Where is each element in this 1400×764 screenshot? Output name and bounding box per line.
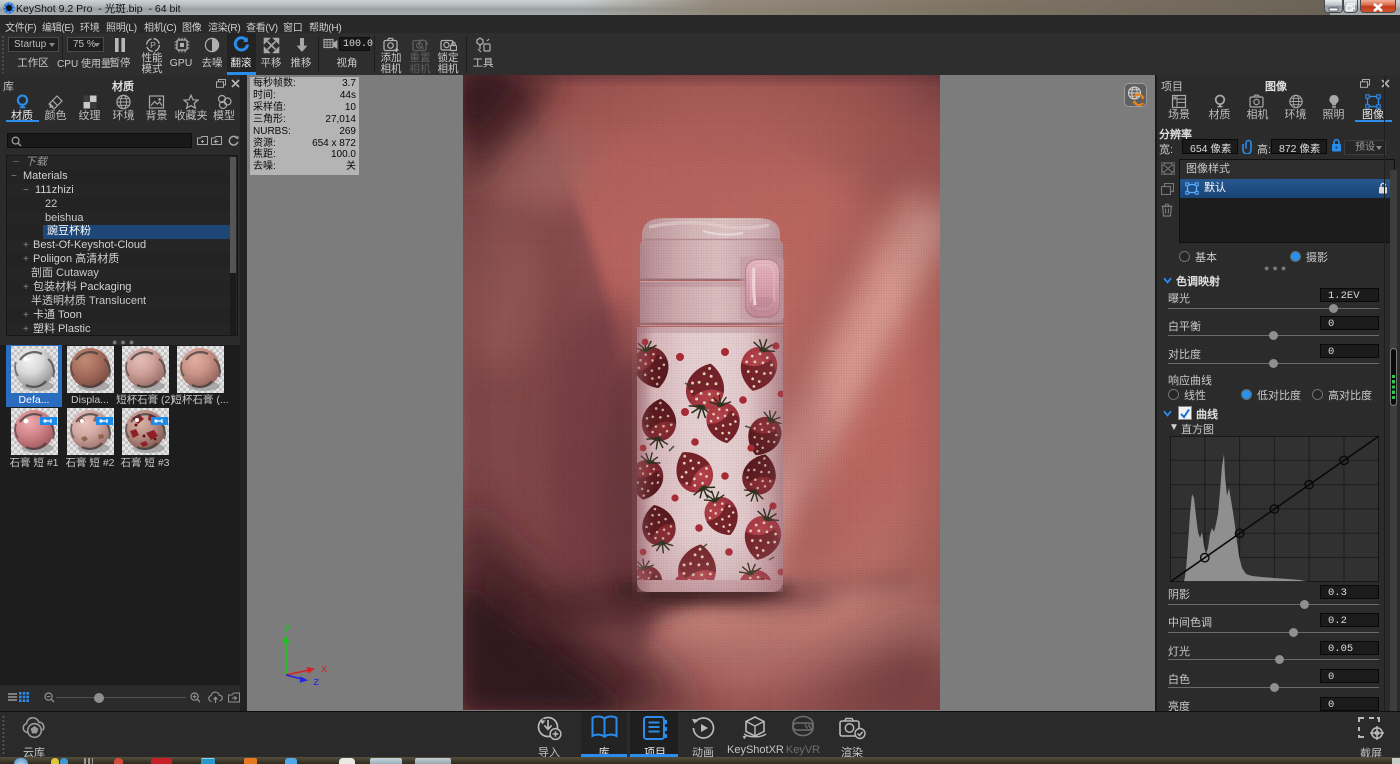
svg-text:石膏 短 #2: 石膏 短 #2 (65, 456, 114, 469)
svg-text:y: y (284, 622, 291, 634)
svg-text:短杯石膏 (2): 短杯石膏 (2) (116, 393, 174, 406)
svg-text:石膏 短 #1: 石膏 短 #1 (9, 456, 58, 469)
svg-text:短杯石膏 (...: 短杯石膏 (... (171, 393, 228, 406)
svg-text:Displa...: Displa... (71, 394, 109, 406)
svg-text:P: P (150, 40, 156, 50)
svg-text:Defa...: Defa... (19, 394, 50, 406)
svg-text:石膏 短 #3: 石膏 短 #3 (120, 456, 169, 469)
svg-text:z: z (313, 677, 320, 689)
svg-text:x: x (321, 664, 328, 676)
